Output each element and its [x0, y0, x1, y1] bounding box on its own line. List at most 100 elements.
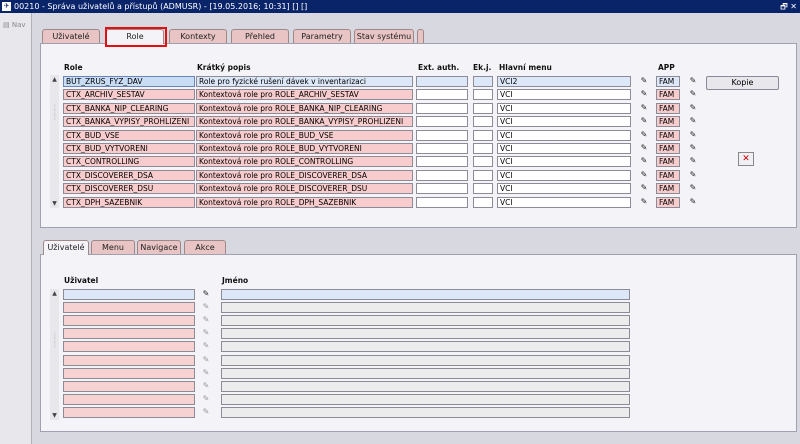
- window-controls[interactable]: 🗗 ✕: [780, 0, 797, 13]
- scroll-up-icon[interactable]: ▲: [50, 289, 59, 298]
- app-field[interactable]: FAM: [656, 169, 680, 181]
- edit-icon[interactable]: ✎: [201, 394, 211, 404]
- edit-icon[interactable]: ✎: [201, 328, 211, 338]
- edit-icon[interactable]: ✎: [639, 197, 649, 207]
- role-field[interactable]: CTX_DISCOVERER_DSA: [63, 169, 195, 181]
- short-desc-field[interactable]: Kontextová role pro ROLE_ARCHIV_SESTAV: [196, 89, 413, 101]
- edit-icon[interactable]: ✎: [639, 89, 649, 99]
- role-field[interactable]: CTX_BUD_VYTVORENI: [63, 143, 195, 154]
- main-menu-field[interactable]: VCI: [497, 169, 631, 181]
- app-field[interactable]: FAM: [656, 156, 680, 168]
- main-menu-field[interactable]: VCI: [497, 143, 631, 154]
- main-menu-field[interactable]: VCI2: [497, 76, 631, 87]
- tab-parameters[interactable]: Parametry: [293, 29, 351, 44]
- ext-auth-field[interactable]: [416, 156, 468, 168]
- edit-icon[interactable]: ✎: [639, 183, 649, 193]
- ekj-field[interactable]: [473, 183, 493, 195]
- role-field[interactable]: CTX_ARCHIV_SESTAV: [63, 89, 195, 101]
- edit-icon[interactable]: ✎: [201, 341, 211, 351]
- short-desc-field[interactable]: Kontextová role pro ROLE_DISCOVERER_DSU: [196, 183, 413, 195]
- ekj-field[interactable]: [473, 102, 493, 114]
- tab-contexts[interactable]: Kontexty: [169, 29, 227, 44]
- ext-auth-field[interactable]: [416, 169, 468, 181]
- tab-bottom-navigation[interactable]: Navigace: [137, 240, 181, 255]
- roles-scrollbar[interactable]: ▲ ⋮ ⋮ ⋮ ▼: [50, 75, 59, 208]
- role-field[interactable]: CTX_DPH_SAZEBNIK: [63, 196, 195, 208]
- tab-bottom-menu[interactable]: Menu: [91, 240, 135, 255]
- main-menu-field[interactable]: VCI: [497, 156, 631, 168]
- main-menu-field[interactable]: VCI: [497, 183, 631, 195]
- short-desc-field[interactable]: Kontextová role pro ROLE_BANKA_VYPISY_PR…: [196, 116, 413, 128]
- name-field[interactable]: [221, 393, 630, 405]
- ekj-field[interactable]: [473, 156, 493, 168]
- ekj-field[interactable]: [473, 143, 493, 154]
- main-menu-field[interactable]: VCI: [497, 89, 631, 101]
- app-field[interactable]: FAM: [656, 76, 680, 87]
- app-field[interactable]: FAM: [656, 196, 680, 208]
- delete-record-icon[interactable]: ✕: [738, 152, 754, 166]
- role-field[interactable]: CTX_CONTROLLING: [63, 156, 195, 168]
- nav-label[interactable]: ▤ Nav: [3, 21, 26, 29]
- ekj-field[interactable]: [473, 129, 493, 141]
- edit-icon[interactable]: ✎: [688, 197, 698, 207]
- tab-bottom-actions[interactable]: Akce: [184, 240, 226, 255]
- app-field[interactable]: FAM: [656, 143, 680, 154]
- user-field[interactable]: [63, 393, 195, 405]
- edit-icon[interactable]: ✎: [688, 76, 698, 86]
- edit-icon[interactable]: ✎: [639, 130, 649, 140]
- short-desc-field[interactable]: Kontextová role pro ROLE_DPH_SAZEBNIK: [196, 196, 413, 208]
- edit-icon[interactable]: ✎: [639, 103, 649, 113]
- ext-auth-field[interactable]: [416, 102, 468, 114]
- name-field[interactable]: [221, 380, 630, 392]
- edit-icon[interactable]: ✎: [639, 156, 649, 166]
- main-menu-field[interactable]: VCI: [497, 196, 631, 208]
- main-menu-field[interactable]: VCI: [497, 116, 631, 128]
- role-field[interactable]: CTX_BANKA_VYPISY_PROHLIZENI: [63, 116, 195, 128]
- user-field[interactable]: [63, 367, 195, 379]
- edit-icon[interactable]: ✎: [688, 183, 698, 193]
- short-desc-field[interactable]: Kontextová role pro ROLE_BUD_VYTVORENI: [196, 143, 413, 154]
- edit-icon[interactable]: ✎: [201, 315, 211, 325]
- ext-auth-field[interactable]: [416, 196, 468, 208]
- short-desc-field[interactable]: Kontextová role pro ROLE_CONTROLLING: [196, 156, 413, 168]
- user-field[interactable]: [63, 315, 195, 327]
- ekj-field[interactable]: [473, 169, 493, 181]
- user-field[interactable]: [63, 380, 195, 392]
- name-field[interactable]: [221, 367, 630, 379]
- tab-bottom-users[interactable]: Uživatelé: [43, 240, 89, 255]
- edit-icon[interactable]: ✎: [688, 103, 698, 113]
- ext-auth-field[interactable]: [416, 76, 468, 87]
- navigator-strip[interactable]: ▤ Nav: [0, 13, 32, 444]
- name-field[interactable]: [221, 328, 630, 340]
- name-field[interactable]: [221, 302, 630, 314]
- user-field[interactable]: [63, 406, 195, 418]
- ekj-field[interactable]: [473, 196, 493, 208]
- edit-icon[interactable]: ✎: [201, 289, 211, 299]
- ekj-field[interactable]: [473, 76, 493, 87]
- short-desc-field[interactable]: Kontextová role pro ROLE_BUD_VSE: [196, 129, 413, 141]
- ext-auth-field[interactable]: [416, 89, 468, 101]
- user-field[interactable]: [63, 328, 195, 340]
- app-field[interactable]: FAM: [656, 183, 680, 195]
- edit-icon[interactable]: ✎: [639, 170, 649, 180]
- main-menu-field[interactable]: VCI: [497, 129, 631, 141]
- ext-auth-field[interactable]: [416, 143, 468, 154]
- name-field[interactable]: [221, 315, 630, 327]
- edit-icon[interactable]: ✎: [201, 302, 211, 312]
- scroll-up-icon[interactable]: ▲: [50, 75, 59, 84]
- name-field[interactable]: [221, 354, 630, 366]
- user-field[interactable]: [63, 289, 195, 300]
- name-field[interactable]: [221, 289, 630, 300]
- name-field[interactable]: [221, 406, 630, 418]
- users-scrollbar[interactable]: ▲ ⋮ ⋮ ⋮ ▼: [50, 289, 59, 420]
- role-field[interactable]: CTX_BANKA_NIP_CLEARING: [63, 102, 195, 114]
- edit-icon[interactable]: ✎: [688, 116, 698, 126]
- short-desc-field[interactable]: Kontextová role pro ROLE_DISCOVERER_DSA: [196, 169, 413, 181]
- main-menu-field[interactable]: VCI: [497, 102, 631, 114]
- edit-icon[interactable]: ✎: [688, 89, 698, 99]
- ekj-field[interactable]: [473, 116, 493, 128]
- edit-icon[interactable]: ✎: [201, 407, 211, 417]
- app-field[interactable]: FAM: [656, 116, 680, 128]
- user-field[interactable]: [63, 302, 195, 314]
- edit-icon[interactable]: ✎: [639, 76, 649, 86]
